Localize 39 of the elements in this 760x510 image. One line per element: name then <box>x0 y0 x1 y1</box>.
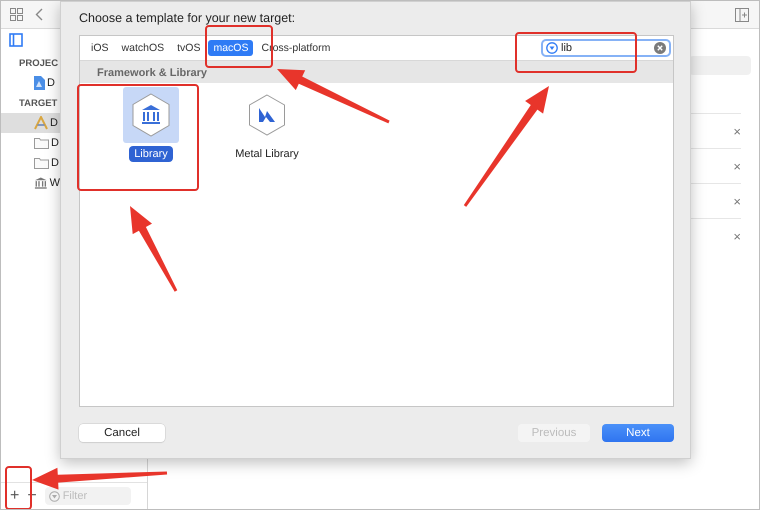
library-icon <box>131 92 171 137</box>
sidebar-item[interactable]: D <box>1 73 60 93</box>
search-box[interactable]: lib <box>541 38 671 57</box>
remove-button[interactable]: × <box>733 124 741 138</box>
back-icon[interactable] <box>35 8 43 21</box>
add-button[interactable]: + <box>10 488 20 504</box>
remove-button[interactable]: × <box>733 158 741 174</box>
sidebar-item[interactable]: D <box>1 153 60 173</box>
template-item[interactable]: Metal Library <box>209 86 325 162</box>
section-header: Framework & Library <box>80 60 673 83</box>
app-icon <box>34 116 48 130</box>
highlight-frame <box>5 466 32 509</box>
cancel-button[interactable]: Cancel <box>79 424 165 442</box>
next-button[interactable]: Next <box>602 424 674 442</box>
sidebar-toggle-icon[interactable] <box>9 33 23 47</box>
platform-tab[interactable]: iOS <box>86 40 114 56</box>
document-icon <box>34 76 45 90</box>
sidebar-item[interactable]: D <box>1 113 60 133</box>
template-item[interactable]: Library <box>93 86 209 162</box>
section-header: PROJEC <box>19 57 58 71</box>
text-field[interactable] <box>689 56 751 75</box>
platform-tab[interactable]: tvOS <box>172 40 206 56</box>
dialog-title: Choose a template for your new target: <box>79 11 296 27</box>
sidebar-item[interactable]: D <box>1 133 60 153</box>
remove-button[interactable]: × <box>733 228 741 244</box>
building-icon <box>34 176 48 190</box>
platform-tab[interactable]: macOS <box>208 40 254 56</box>
section-header: TARGET <box>19 97 58 111</box>
grid-icon[interactable] <box>10 8 23 21</box>
platform-tab[interactable]: watchOS <box>116 40 170 56</box>
add-editor-icon[interactable] <box>735 8 749 22</box>
folder-icon <box>34 157 49 169</box>
sidebar-item[interactable]: W <box>1 173 60 193</box>
clear-icon[interactable] <box>654 42 666 54</box>
filter-icon <box>48 490 60 502</box>
filter-icon <box>546 42 558 54</box>
remove-button[interactable]: × <box>733 194 741 208</box>
metal-icon <box>248 94 286 136</box>
folder-icon <box>34 137 49 149</box>
